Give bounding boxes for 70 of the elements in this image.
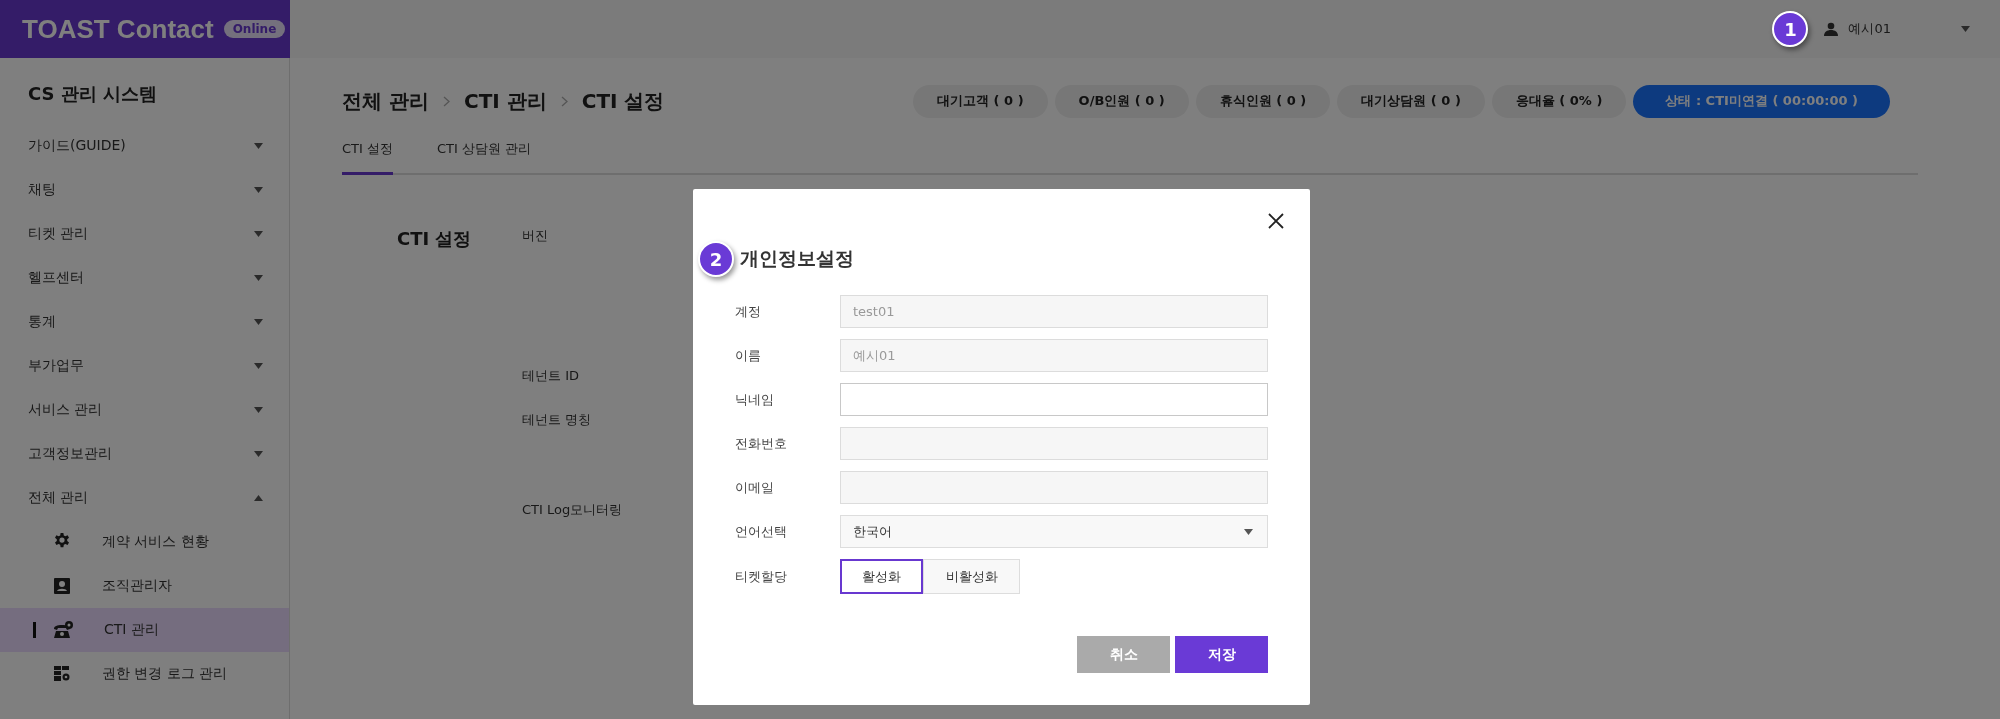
text-input[interactable] — [840, 383, 1268, 416]
status-pill: 상태 : CTI미연결 ( 00:00:00 ) — [1633, 84, 1890, 118]
sidebar-item[interactable]: 채팅 — [0, 168, 289, 212]
caret-icon — [254, 187, 263, 193]
sidebar-subitem[interactable]: CTI 관리 — [0, 608, 289, 652]
form-label: 닉네임 — [735, 390, 775, 409]
toggle-option[interactable]: 비활성화 — [923, 559, 1020, 594]
step-marker: 1 — [1772, 11, 1809, 47]
cancel-button[interactable]: 취소 — [1077, 636, 1170, 673]
sidebar-item[interactable]: 티켓 관리 — [0, 212, 289, 256]
text-input[interactable] — [840, 427, 1268, 460]
logo-badge: Online — [223, 20, 286, 38]
caret-icon — [254, 451, 263, 457]
text-input[interactable]: test01 — [840, 295, 1268, 328]
logo-text: TOAST Contact — [22, 13, 214, 45]
sidebar-item[interactable]: 가이드(GUIDE) — [0, 124, 289, 168]
sidebar-subitem[interactable]: 계약 서비스 현황 — [0, 520, 289, 564]
modal-title: 개인정보설정 — [740, 246, 854, 271]
caret-icon — [1244, 528, 1253, 535]
sidebar-item[interactable]: 통계 — [0, 300, 289, 344]
form-label: 티켓할당 — [735, 567, 788, 586]
chevron-icon — [442, 95, 450, 107]
text-input[interactable] — [840, 471, 1268, 504]
field-label: CTI Log모니터링 — [522, 501, 623, 519]
user-name[interactable]: 예시01 — [1848, 20, 1891, 38]
sidebar-subitem[interactable]: 권한 변경 로그 관리 — [0, 652, 289, 696]
breadcrumb-item: CTI 설정 — [581, 87, 665, 115]
breadcrumb-item[interactable]: 전체 관리 — [342, 87, 429, 115]
field-label: 테넌트 ID — [522, 367, 580, 385]
count-pill: O/B인원 ( 0 ) — [1054, 84, 1189, 118]
caret-icon — [254, 495, 263, 501]
form-label: 전화번호 — [735, 434, 788, 453]
breadcrumb-item[interactable]: CTI 관리 — [463, 87, 547, 115]
section-title: CTI 설정 — [397, 227, 473, 251]
sidebar-item[interactable]: 헬프센터 — [0, 256, 289, 300]
sidebar-title: CS 관리 시스템 — [27, 82, 159, 106]
form-label: 계정 — [735, 302, 762, 321]
language-select[interactable]: 한국어 — [840, 515, 1268, 548]
count-pill: 휴식인원 ( 0 ) — [1195, 84, 1331, 118]
sidebar-item[interactable]: 부가업무 — [0, 344, 289, 388]
sidebar-item[interactable]: 전체 관리 — [0, 476, 289, 520]
sidebar-subitem[interactable]: 조직관리자 — [0, 564, 289, 608]
caret-icon — [1961, 26, 1970, 32]
form-label: 이름 — [735, 346, 762, 365]
caret-icon — [254, 319, 263, 325]
field-label: 버진 — [522, 227, 549, 245]
form-label: 이메일 — [735, 478, 775, 497]
document-gear-icon — [52, 664, 72, 684]
step-marker: 2 — [698, 241, 734, 277]
caret-icon — [254, 143, 263, 149]
caret-icon — [254, 407, 263, 413]
tab[interactable]: CTI 상담원 관리 — [437, 140, 532, 175]
save-button[interactable]: 저장 — [1175, 636, 1268, 673]
chevron-icon — [560, 95, 568, 107]
caret-icon — [254, 275, 263, 281]
toggle-option[interactable]: 활성화 — [840, 559, 923, 594]
count-pill: 응대율 ( 0% ) — [1491, 84, 1627, 118]
count-pill: 대기고객 ( 0 ) — [913, 84, 1048, 118]
contact-card-icon — [52, 576, 72, 596]
caret-icon — [254, 363, 263, 369]
field-label: 테넌트 명칭 — [522, 411, 593, 429]
count-pill: 대기상담원 ( 0 ) — [1337, 84, 1485, 118]
caret-icon — [254, 231, 263, 237]
text-input[interactable]: 예시01 — [840, 339, 1268, 372]
sidebar-item[interactable]: 서비스 관리 — [0, 388, 289, 432]
sidebar-item[interactable]: 고객정보관리 — [0, 432, 289, 476]
user-icon — [1824, 22, 1839, 36]
phone-gear-icon — [52, 620, 74, 640]
form-label: 언어선택 — [735, 522, 788, 541]
tab[interactable]: CTI 설정 — [342, 140, 393, 175]
